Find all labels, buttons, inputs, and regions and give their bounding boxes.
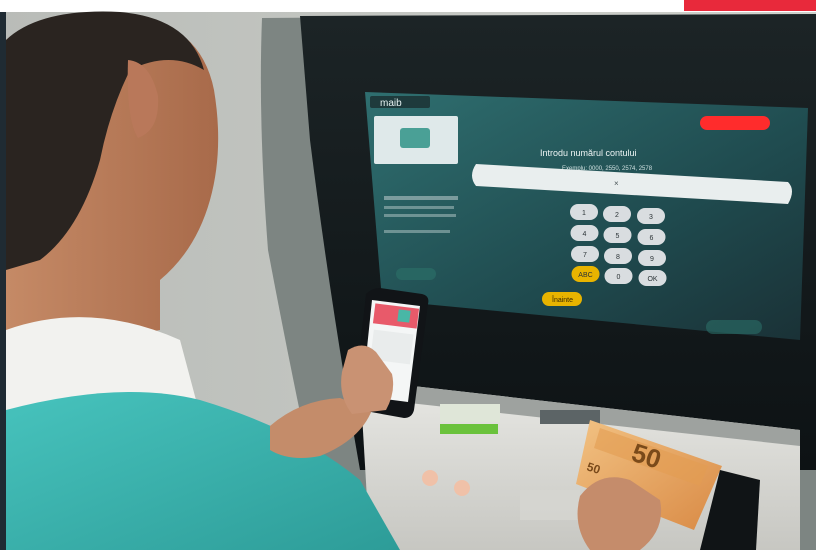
keypad-key-label: 9: [650, 256, 654, 263]
back-button: [396, 268, 436, 280]
card-slot-label: [440, 404, 500, 422]
instruction-panel: [520, 490, 580, 520]
cash-icon: [400, 128, 430, 148]
keypad-key-label: OK: [647, 276, 657, 283]
keypad-key-label: 5: [616, 233, 620, 240]
atm-photo: maib Introdu numărul contului Exemplu: 0…: [0, 0, 816, 550]
contactless-icon: [422, 470, 438, 486]
keypad-key-label: 2: [615, 212, 619, 219]
keypad-key-label: 4: [583, 231, 587, 238]
next-button: [706, 320, 762, 334]
nfc-icon: [454, 480, 470, 496]
left-edge: [0, 12, 6, 550]
keypad-key-label: 6: [650, 235, 654, 242]
keypad-key-label: 3: [649, 214, 653, 221]
keypad-key-label: ABC: [578, 272, 592, 279]
keypad-key-label: 7: [583, 252, 587, 259]
brand-logo-text: maib: [380, 98, 402, 109]
prompt-title: Introdu numărul contului: [540, 148, 637, 158]
card-slot-light: [440, 424, 498, 434]
continue-button-label: Înainte: [551, 295, 573, 304]
keypad-key-label: 1: [582, 210, 586, 217]
svg-text:×: ×: [614, 179, 619, 188]
brand-red-bar: [684, 0, 816, 11]
keypad-key-label: 8: [616, 254, 620, 261]
screen-red-pill: [700, 116, 770, 130]
keypad-key-label: 0: [617, 274, 621, 281]
